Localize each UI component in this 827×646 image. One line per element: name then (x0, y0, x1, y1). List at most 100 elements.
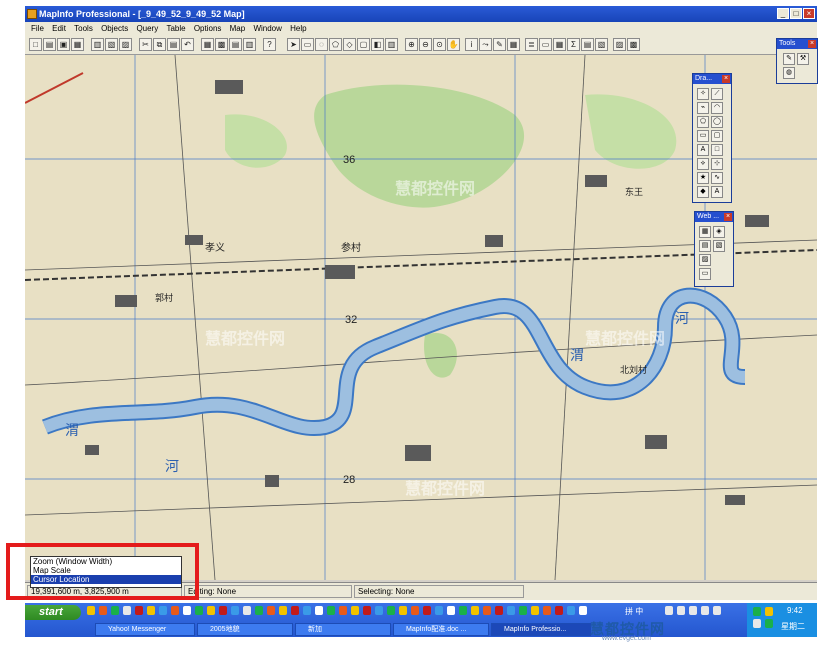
region-style-icon[interactable]: ◆ (697, 186, 709, 198)
quicklaunch-icon[interactable] (303, 606, 311, 615)
undo-icon[interactable]: ↶ (181, 38, 194, 51)
task-mapinfo[interactable]: MapInfo Professio... (491, 623, 591, 636)
quicklaunch-icon[interactable] (279, 606, 287, 615)
task-folder-new[interactable]: 新加 (295, 623, 391, 636)
quicklaunch-icon[interactable] (531, 606, 539, 615)
web-service-icon[interactable]: ▤ (699, 240, 711, 252)
quicklaunch-icon[interactable] (255, 606, 263, 615)
quicklaunch-icon[interactable] (471, 606, 479, 615)
menu-map[interactable]: Map (230, 24, 246, 33)
drawing-palette-header[interactable]: Dra... × (693, 74, 731, 84)
quicklaunch-icon[interactable] (507, 606, 515, 615)
quicklaunch-icon[interactable] (267, 606, 275, 615)
quicklaunch-icon[interactable] (387, 606, 395, 615)
quicklaunch-icon[interactable] (423, 606, 431, 615)
marquee-select-icon[interactable]: ▭ (301, 38, 314, 51)
run-tool-icon[interactable]: ◍ (783, 67, 795, 79)
ellipse-tool-icon[interactable]: ◯ (711, 116, 723, 128)
symbol-tool-icon[interactable]: ✧ (697, 88, 709, 100)
open-icon[interactable]: ▤ (43, 38, 56, 51)
web-palette-close-button[interactable]: × (724, 213, 732, 221)
add-node-tool-icon[interactable]: ⊹ (711, 158, 723, 170)
ime-indicator[interactable]: 拼 中 (625, 606, 643, 617)
ime-tool-icon[interactable] (677, 606, 685, 615)
quicklaunch-icon[interactable] (555, 606, 563, 615)
symbol-style-icon[interactable]: ★ (697, 172, 709, 184)
minimize-button[interactable]: _ (777, 8, 789, 19)
quicklaunch-icon[interactable] (483, 606, 491, 615)
reshape-tool-icon[interactable]: ⟡ (697, 158, 709, 170)
quicklaunch-icon[interactable] (351, 606, 359, 615)
quicklaunch-icon[interactable] (519, 606, 527, 615)
polygon-tool-icon[interactable]: ⬠ (697, 116, 709, 128)
ime-tool-icon[interactable] (689, 606, 697, 615)
legend-icon[interactable]: ▤ (229, 38, 242, 51)
quicklaunch-icon[interactable] (87, 606, 95, 615)
drawing-palette-close-button[interactable]: × (722, 75, 730, 83)
show-statistics-icon[interactable]: Σ (567, 38, 580, 51)
quicklaunch-icon[interactable] (195, 606, 203, 615)
menu-options[interactable]: Options (194, 24, 222, 33)
clock-time[interactable]: 9:42 (787, 606, 803, 615)
tray-safety-icon[interactable] (765, 619, 773, 628)
tray-network-icon[interactable] (753, 607, 761, 616)
quicklaunch-icon[interactable] (399, 606, 407, 615)
cut-icon[interactable]: ✂ (139, 38, 152, 51)
quicklaunch-icon[interactable] (231, 606, 239, 615)
menu-edit[interactable]: Edit (52, 24, 66, 33)
layout-icon[interactable]: ▦ (201, 38, 214, 51)
maximize-button[interactable]: □ (790, 8, 802, 19)
ime-tool-icon[interactable] (713, 606, 721, 615)
set-target-icon[interactable]: ▧ (595, 38, 608, 51)
map-window-icon[interactable]: ▦ (553, 38, 566, 51)
graph-select-icon[interactable]: ▥ (385, 38, 398, 51)
arc-tool-icon[interactable]: ◠ (711, 102, 723, 114)
redistrict-icon[interactable]: ▩ (215, 38, 228, 51)
quicklaunch-icon[interactable] (207, 606, 215, 615)
web-browse-icon[interactable]: ▭ (699, 268, 711, 280)
polygon-select-icon[interactable]: ⬠ (329, 38, 342, 51)
quicklaunch-icon[interactable] (99, 606, 107, 615)
menu-window[interactable]: Window (253, 24, 281, 33)
save-icon[interactable]: ▣ (57, 38, 70, 51)
ime-tool-icon[interactable] (701, 606, 709, 615)
help-pointer-icon[interactable]: ? (263, 38, 276, 51)
quicklaunch-icon[interactable] (315, 606, 323, 615)
copy-icon[interactable]: ⧉ (153, 38, 166, 51)
tool-manager-icon[interactable]: ⚒ (797, 53, 809, 65)
quicklaunch-icon[interactable] (567, 606, 575, 615)
menu-objects[interactable]: Objects (101, 24, 128, 33)
print-icon[interactable]: ▦ (71, 38, 84, 51)
text-style-icon[interactable]: A (711, 186, 723, 198)
quicklaunch-icon[interactable] (339, 606, 347, 615)
quicklaunch-icon[interactable] (219, 606, 227, 615)
unselect-icon[interactable]: ▢ (357, 38, 370, 51)
info-icon[interactable]: i (465, 38, 478, 51)
quicklaunch-icon[interactable] (159, 606, 167, 615)
menu-table[interactable]: Table (166, 24, 185, 33)
quicklaunch-icon[interactable] (411, 606, 419, 615)
quicklaunch-icon[interactable] (243, 606, 251, 615)
quicklaunch-icon[interactable] (111, 606, 119, 615)
tools-palette-header[interactable]: Tools × (777, 39, 817, 49)
hotlink-icon[interactable]: ⤳ (479, 38, 492, 51)
boundary-select-icon[interactable]: ◇ (343, 38, 356, 51)
ime-tool-icon[interactable] (665, 606, 673, 615)
select-arrow-icon[interactable]: ➤ (287, 38, 300, 51)
label-icon[interactable]: ✎ (493, 38, 506, 51)
quicklaunch-icon[interactable] (375, 606, 383, 615)
ruler-icon[interactable]: ▭ (539, 38, 552, 51)
quicklaunch-icon[interactable] (447, 606, 455, 615)
quicklaunch-icon[interactable] (495, 606, 503, 615)
quicklaunch-icon[interactable] (291, 606, 299, 615)
polyline-tool-icon[interactable]: ⌁ (697, 102, 709, 114)
options-icon[interactable]: ▨ (613, 38, 626, 51)
quicklaunch-icon[interactable] (579, 606, 587, 615)
new-mapper-icon[interactable]: ▧ (105, 38, 118, 51)
rounded-rect-tool-icon[interactable]: ▢ (711, 130, 723, 142)
menu-tools[interactable]: Tools (74, 24, 93, 33)
menu-help[interactable]: Help (290, 24, 306, 33)
web-tile-icon[interactable]: ▨ (699, 254, 711, 266)
quicklaunch-icon[interactable] (171, 606, 179, 615)
rectangle-tool-icon[interactable]: ▭ (697, 130, 709, 142)
